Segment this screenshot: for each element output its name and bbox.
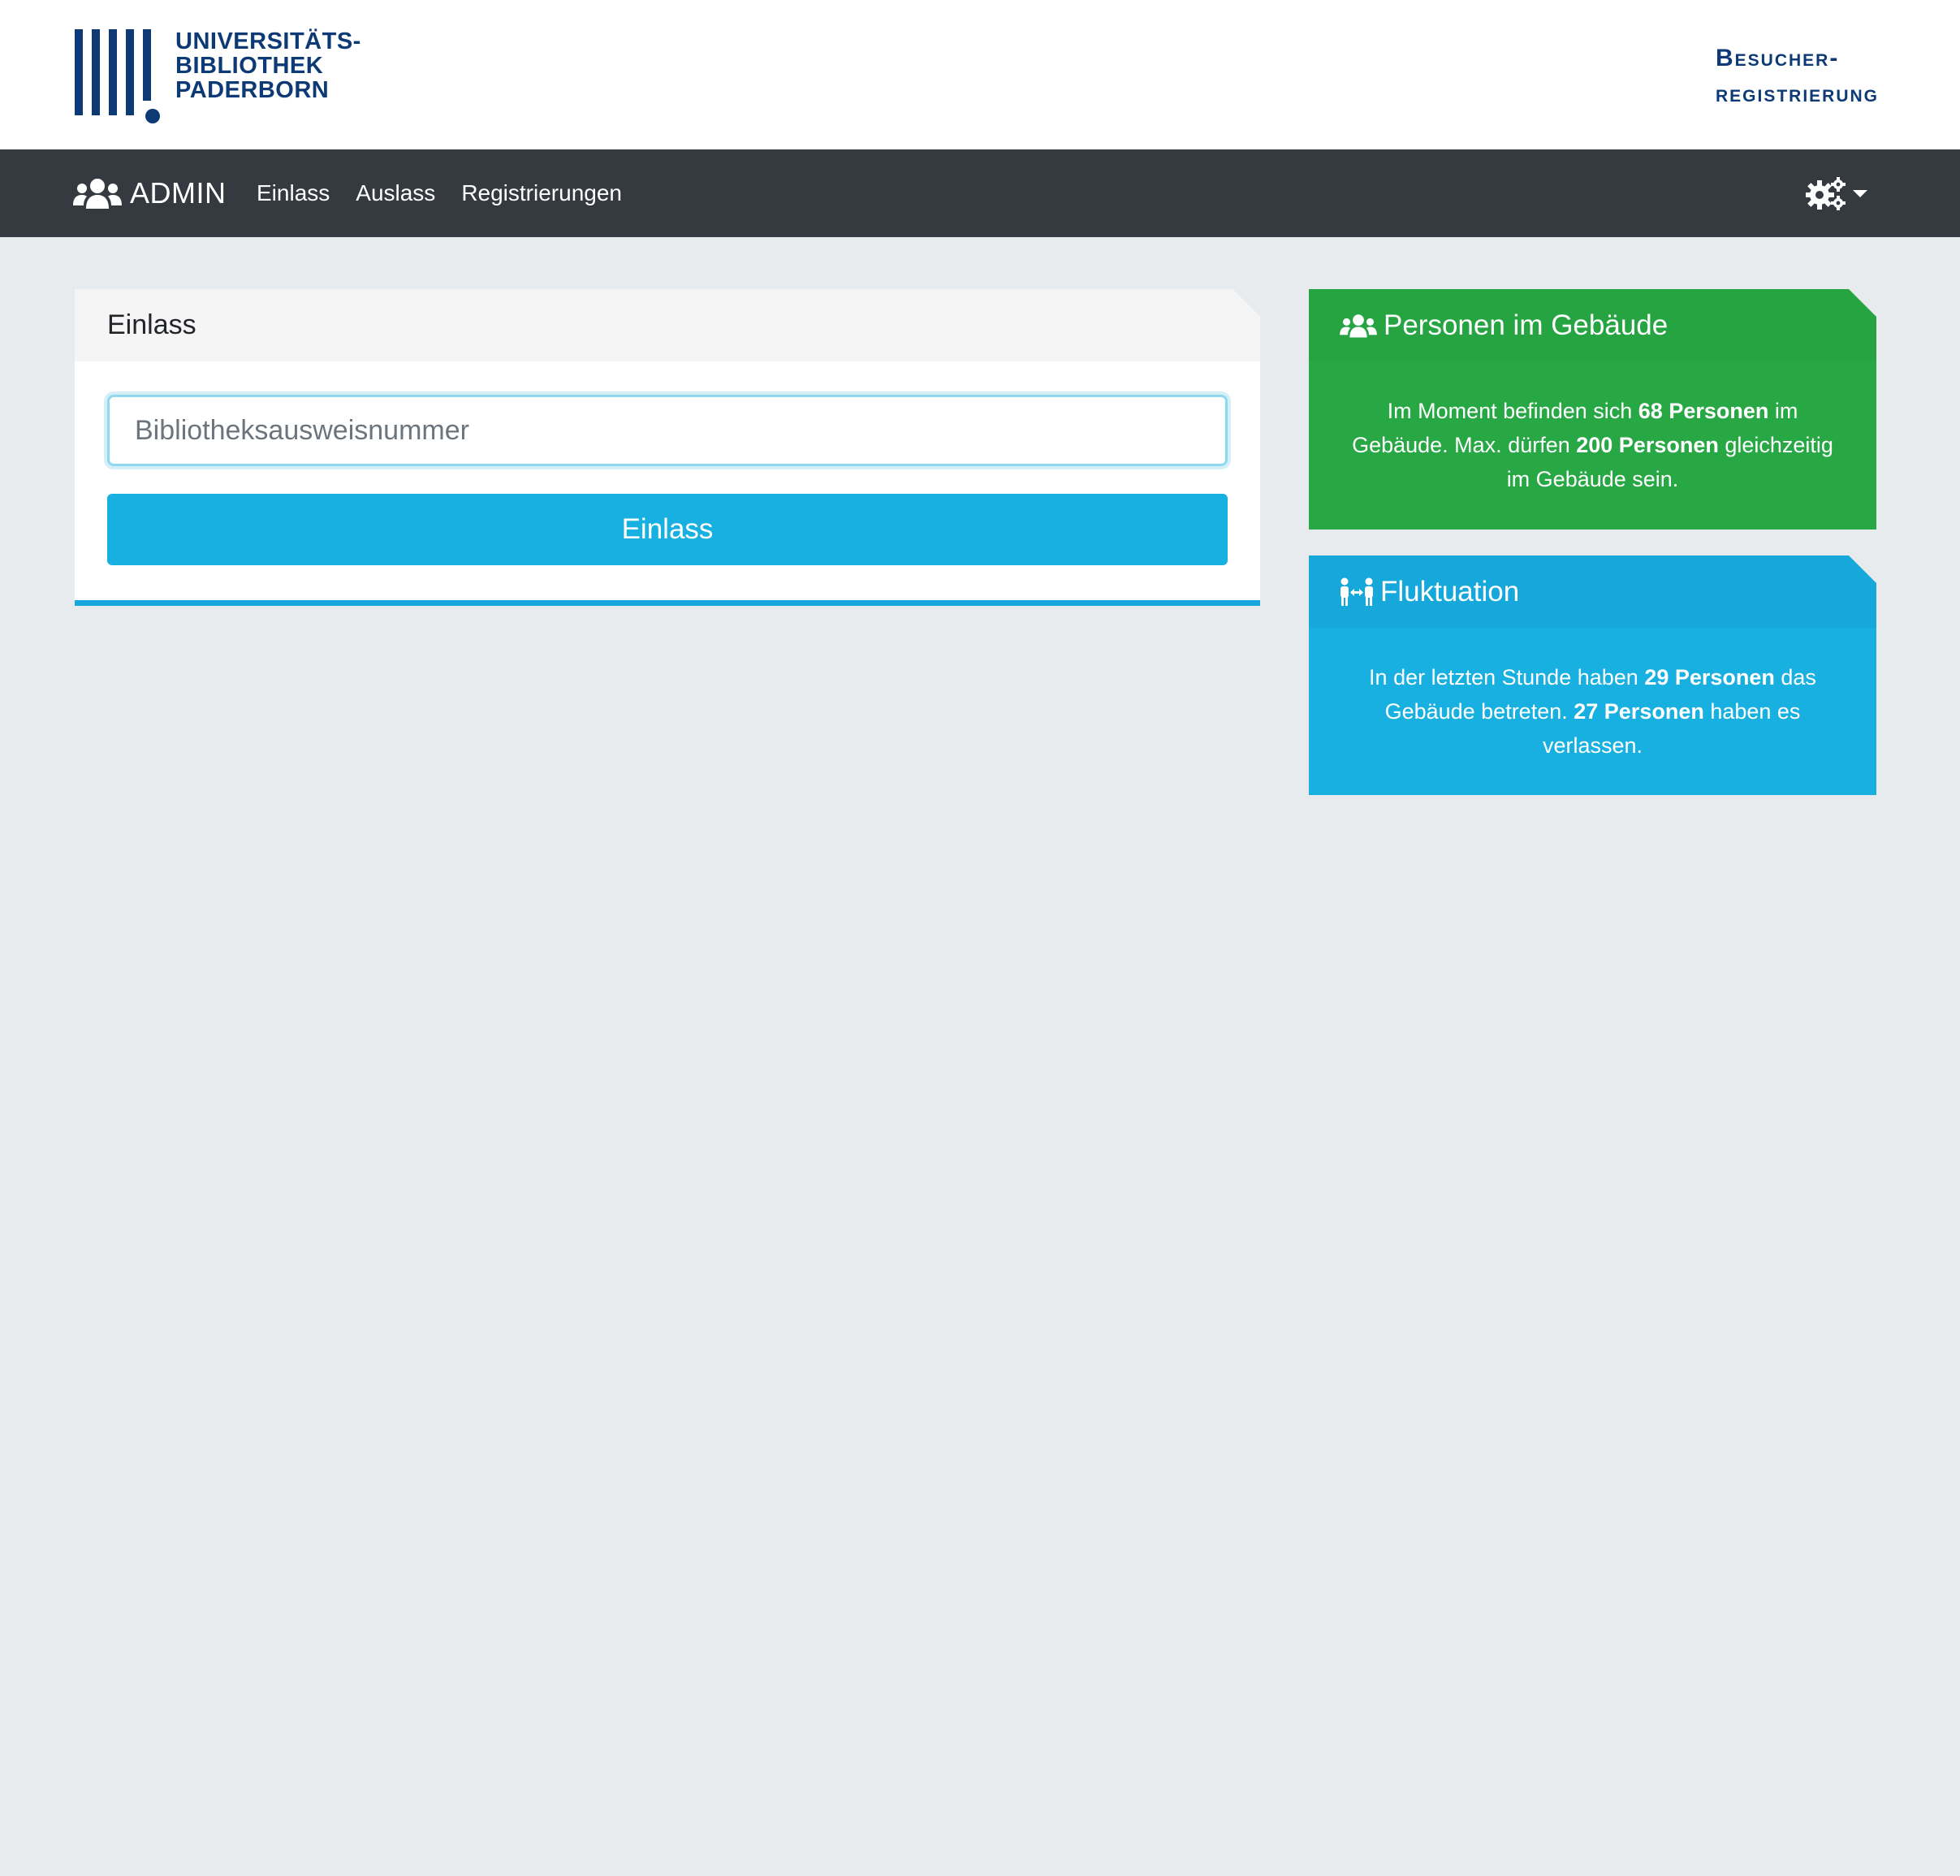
nav-links: Einlass Auslass Registrierungen: [257, 149, 622, 237]
library-card-number-input[interactable]: [110, 397, 1225, 464]
entered-count-value: 29 Personen: [1644, 665, 1775, 689]
entrance-card-header: Einlass: [75, 289, 1260, 361]
logo-line-1: UNIVERSITÄTS-: [175, 28, 361, 54]
app-title-line-1: Besucher-: [1715, 45, 1840, 71]
fluctuation-card-title: Fluktuation: [1380, 575, 1520, 607]
logo-line-2: BIBLIOTHEK: [175, 53, 324, 79]
max-occupancy-value: 200 Personen: [1576, 433, 1719, 457]
users-icon: [73, 179, 122, 209]
library-card-number-field: [107, 395, 1228, 466]
nav-link-registrierungen[interactable]: Registrierungen: [461, 180, 622, 206]
admin-brand[interactable]: ADMIN: [73, 149, 227, 237]
entrance-card-title: Einlass: [107, 309, 196, 340]
current-occupancy-value: 68 Personen: [1638, 399, 1769, 423]
library-logo[interactable]: UNIVERSITÄTS- BIBLIOTHEK PADERBORN: [75, 29, 360, 125]
occupancy-text-1: Im Moment befinden sich: [1387, 399, 1638, 423]
occupancy-card-title: Personen im Gebäude: [1384, 309, 1669, 341]
card-corner-fold: [1849, 289, 1876, 317]
logo-text: UNIVERSITÄTS- BIBLIOTHEK PADERBORN: [175, 29, 361, 102]
admin-label: ADMIN: [130, 176, 227, 210]
users-icon: [1340, 313, 1377, 337]
settings-dropdown-toggle[interactable]: [1806, 149, 1867, 237]
brand-header: UNIVERSITÄTS- BIBLIOTHEK PADERBORN Besuc…: [0, 0, 1960, 149]
occupancy-card-header: Personen im Gebäude: [1309, 289, 1876, 361]
card-corner-fold: [1849, 555, 1876, 583]
entrance-submit-button[interactable]: Einlass: [107, 494, 1228, 565]
caret-down-icon: [1853, 190, 1867, 197]
app-title-line-2: registrierung: [1715, 80, 1879, 107]
entrance-card: Einlass Einlass: [75, 289, 1260, 606]
card-corner-fold: [1233, 289, 1260, 317]
main-navbar: ADMIN Einlass Auslass Registrierungen: [0, 149, 1960, 237]
left-count-value: 27 Personen: [1574, 699, 1704, 724]
gears-icon: [1806, 177, 1846, 210]
occupancy-card: Personen im Gebäude Im Moment befinden s…: [1309, 289, 1876, 530]
logo-bars-icon: [75, 29, 160, 123]
fluctuation-card-header: Fluktuation: [1309, 555, 1876, 628]
occupancy-text: Im Moment befinden sich 68 Personen im G…: [1309, 361, 1876, 529]
fluctuation-text-1: In der letzten Stunde haben: [1369, 665, 1645, 689]
logo-line-3: PADERBORN: [175, 77, 330, 103]
people-arrows-icon: [1340, 577, 1373, 606]
fluctuation-text: In der letzten Stunde haben 29 Personen …: [1309, 628, 1876, 795]
app-title: Besucher- registrierung: [1716, 41, 1879, 112]
nav-link-einlass[interactable]: Einlass: [257, 180, 330, 206]
nav-link-auslass[interactable]: Auslass: [356, 180, 435, 206]
fluctuation-card: Fluktuation In der letzten Stunde haben …: [1309, 555, 1876, 795]
